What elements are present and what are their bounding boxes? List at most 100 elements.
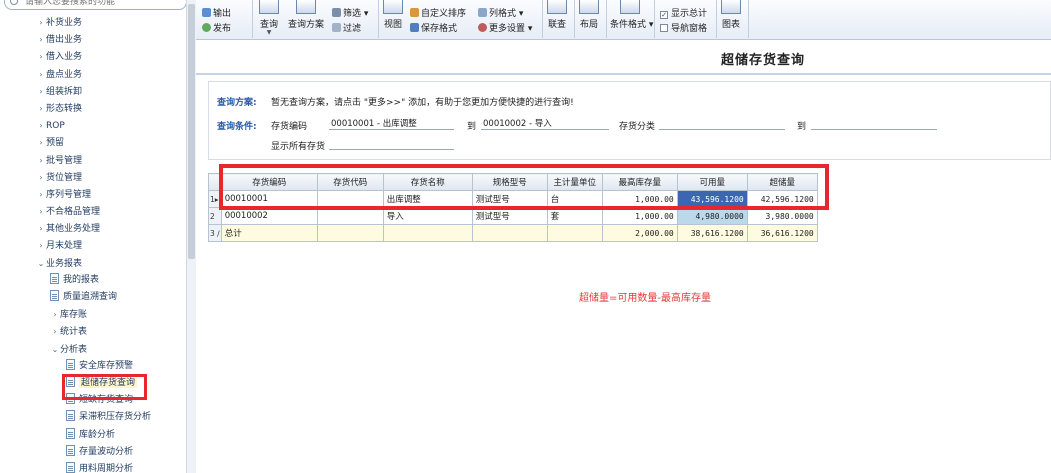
cell-inv-name[interactable]: 导入 <box>382 207 473 225</box>
sidebar-item[interactable]: ⌄ 分析表 <box>0 341 186 358</box>
cell-inv-code[interactable]: 00010001 <box>220 190 318 208</box>
sidebar-item[interactable]: › 预留 <box>0 134 186 151</box>
sidebar-item[interactable]: › 盘点业务 <box>0 66 186 83</box>
sidebar-item[interactable]: 呆滞积压存货分析 <box>0 409 186 426</box>
cell-max-stock[interactable]: 1,000.00 <box>601 190 678 208</box>
chevron-right-icon[interactable]: › <box>36 169 46 186</box>
cell-inv-name[interactable]: 出库调整 <box>382 190 473 208</box>
col-header-available[interactable]: 可用量 <box>676 173 748 191</box>
inv-code-from-input[interactable] <box>329 117 454 130</box>
more-settings-button[interactable]: 更多设置 ▾ <box>478 22 532 36</box>
table-row[interactable]: 1▸ 00010001 出库调整 测试型号 台 1,000.00 43,596.… <box>208 190 818 208</box>
filter-clear-button[interactable]: 过滤 <box>332 22 361 36</box>
col-header-inv-name[interactable]: 存货名称 <box>382 173 473 191</box>
sidebar-item[interactable]: 库龄分析 <box>0 427 186 444</box>
chevron-right-icon[interactable]: › <box>36 83 46 100</box>
chart-button[interactable]: 图表 <box>720 0 742 30</box>
cell-inv-alias[interactable] <box>316 207 384 225</box>
sidebar-item[interactable]: › 借出业务 <box>0 31 186 48</box>
cell-max-stock[interactable]: 2,000.00 <box>601 224 678 242</box>
col-header-max-stock[interactable]: 最高库存量 <box>601 173 678 191</box>
sidebar-item[interactable]: › 货位管理 <box>0 169 186 186</box>
cell-total-label[interactable]: 总计 <box>220 224 318 242</box>
inv-code-to-input[interactable] <box>481 117 609 130</box>
cell-inv-name[interactable] <box>382 224 473 242</box>
nav-pane-checkbox[interactable]: 导航窗格 <box>660 22 707 36</box>
sidebar-item[interactable]: › 月末处理 <box>0 237 186 254</box>
save-format-button[interactable]: 保存格式 <box>410 22 457 36</box>
publish-button[interactable]: 发布 <box>202 22 231 36</box>
cell-inv-alias[interactable] <box>316 224 384 242</box>
chevron-right-icon[interactable]: › <box>36 66 46 83</box>
cell-inv-code[interactable]: 00010002 <box>220 207 318 225</box>
chevron-right-icon[interactable]: › <box>36 100 46 117</box>
cell-unit[interactable] <box>546 224 603 242</box>
sidebar-item[interactable]: › 其他业务处理 <box>0 220 186 237</box>
sidebar-item[interactable]: › 组装拆卸 <box>0 83 186 100</box>
query-scheme-button[interactable]: 查询方案 <box>286 0 326 30</box>
cell-spec[interactable]: 测试型号 <box>471 207 548 225</box>
show-total-checkbox[interactable]: ✓ 显示总计 <box>660 7 707 21</box>
search-input[interactable] <box>25 0 180 8</box>
cell-available[interactable]: 38,616.1200 <box>676 224 748 242</box>
layout-button[interactable]: 布局 <box>578 0 600 30</box>
sidebar-item[interactable]: 存量波动分析 <box>0 444 186 461</box>
cell-overstock[interactable]: 36,616.1200 <box>746 224 818 242</box>
cell-overstock[interactable]: 3,980.0000 <box>746 207 818 225</box>
show-all-input[interactable] <box>329 137 454 150</box>
col-header-inv-alias[interactable]: 存货代码 <box>316 173 384 191</box>
conditional-format-button[interactable]: 条件格式 ▾ <box>610 0 653 30</box>
chevron-right-icon[interactable]: › <box>36 237 46 254</box>
chevron-right-icon[interactable]: › <box>50 306 60 323</box>
cell-unit[interactable]: 套 <box>546 207 603 225</box>
function-search[interactable] <box>4 0 187 10</box>
chevron-right-icon[interactable]: › <box>36 152 46 169</box>
sidebar-item[interactable]: › ROP <box>0 117 186 134</box>
view-button[interactable]: 视图 <box>382 0 404 30</box>
sidebar-item[interactable]: › 序列号管理 <box>0 186 186 203</box>
cell-inv-alias[interactable] <box>316 190 384 208</box>
sidebar-item[interactable]: › 统计表 <box>0 323 186 340</box>
sidebar-item[interactable]: › 借入业务 <box>0 48 186 65</box>
cell-spec[interactable] <box>471 224 548 242</box>
filter-button[interactable]: 筛选 ▾ <box>332 7 368 21</box>
sidebar-item[interactable]: › 批号管理 <box>0 152 186 169</box>
col-header-inv-code[interactable]: 存货编码 <box>220 173 318 191</box>
cell-spec[interactable]: 测试型号 <box>471 190 548 208</box>
cell-overstock[interactable]: 42,596.1200 <box>746 190 818 208</box>
sidebar-item[interactable]: › 库存账 <box>0 306 186 323</box>
col-header-spec[interactable]: 规格型号 <box>471 173 548 191</box>
output-button[interactable]: 输出 <box>202 7 231 21</box>
chevron-down-icon[interactable]: ⌄ <box>50 341 60 358</box>
cell-available[interactable]: 43,596.1200 <box>676 190 748 208</box>
cell-unit[interactable]: 台 <box>546 190 603 208</box>
chevron-right-icon[interactable]: › <box>36 134 46 151</box>
sidebar-item[interactable]: 安全库存预警 <box>0 358 186 375</box>
custom-sort-button[interactable]: 自定义排序 <box>410 7 466 21</box>
chevron-right-icon[interactable]: › <box>36 48 46 65</box>
chevron-right-icon[interactable]: › <box>36 186 46 203</box>
chevron-right-icon[interactable]: › <box>36 220 46 237</box>
sidebar-item[interactable]: › 不合格品管理 <box>0 203 186 220</box>
query-button[interactable]: 查询 ▼ <box>256 0 282 36</box>
link-query-button[interactable]: 联查 <box>546 0 568 30</box>
chevron-right-icon[interactable]: › <box>36 14 46 31</box>
col-header-overstock[interactable]: 超储量 <box>746 173 818 191</box>
cell-max-stock[interactable]: 1,000.00 <box>601 207 678 225</box>
sidebar-item[interactable]: 我的报表 <box>0 272 186 289</box>
sidebar-item[interactable]: ⌄ 业务报表 <box>0 255 186 272</box>
sidebar-item[interactable]: 质量追溯查询 <box>0 289 186 306</box>
chevron-right-icon[interactable]: › <box>36 117 46 134</box>
inv-class-to-input[interactable] <box>811 117 937 130</box>
sidebar-item[interactable]: › 形态转换 <box>0 100 186 117</box>
table-row[interactable]: 2 00010002 导入 测试型号 套 1,000.00 4,980.0000… <box>208 207 818 225</box>
chevron-right-icon[interactable]: › <box>36 203 46 220</box>
total-row[interactable]: 3 ∕ 总计 2,000.00 38,616.1200 36,616.1200 <box>208 224 818 242</box>
sidebar-item[interactable]: › 补货业务 <box>0 14 186 31</box>
chevron-down-icon[interactable]: ⌄ <box>36 255 46 272</box>
scrollbar-thumb[interactable] <box>188 4 195 259</box>
cell-available[interactable]: 4,980.0000 <box>676 207 748 225</box>
col-header-unit[interactable]: 主计量单位 <box>546 173 603 191</box>
sidebar-scrollbar[interactable] <box>186 0 196 473</box>
column-format-button[interactable]: 列格式 ▾ <box>478 7 523 21</box>
